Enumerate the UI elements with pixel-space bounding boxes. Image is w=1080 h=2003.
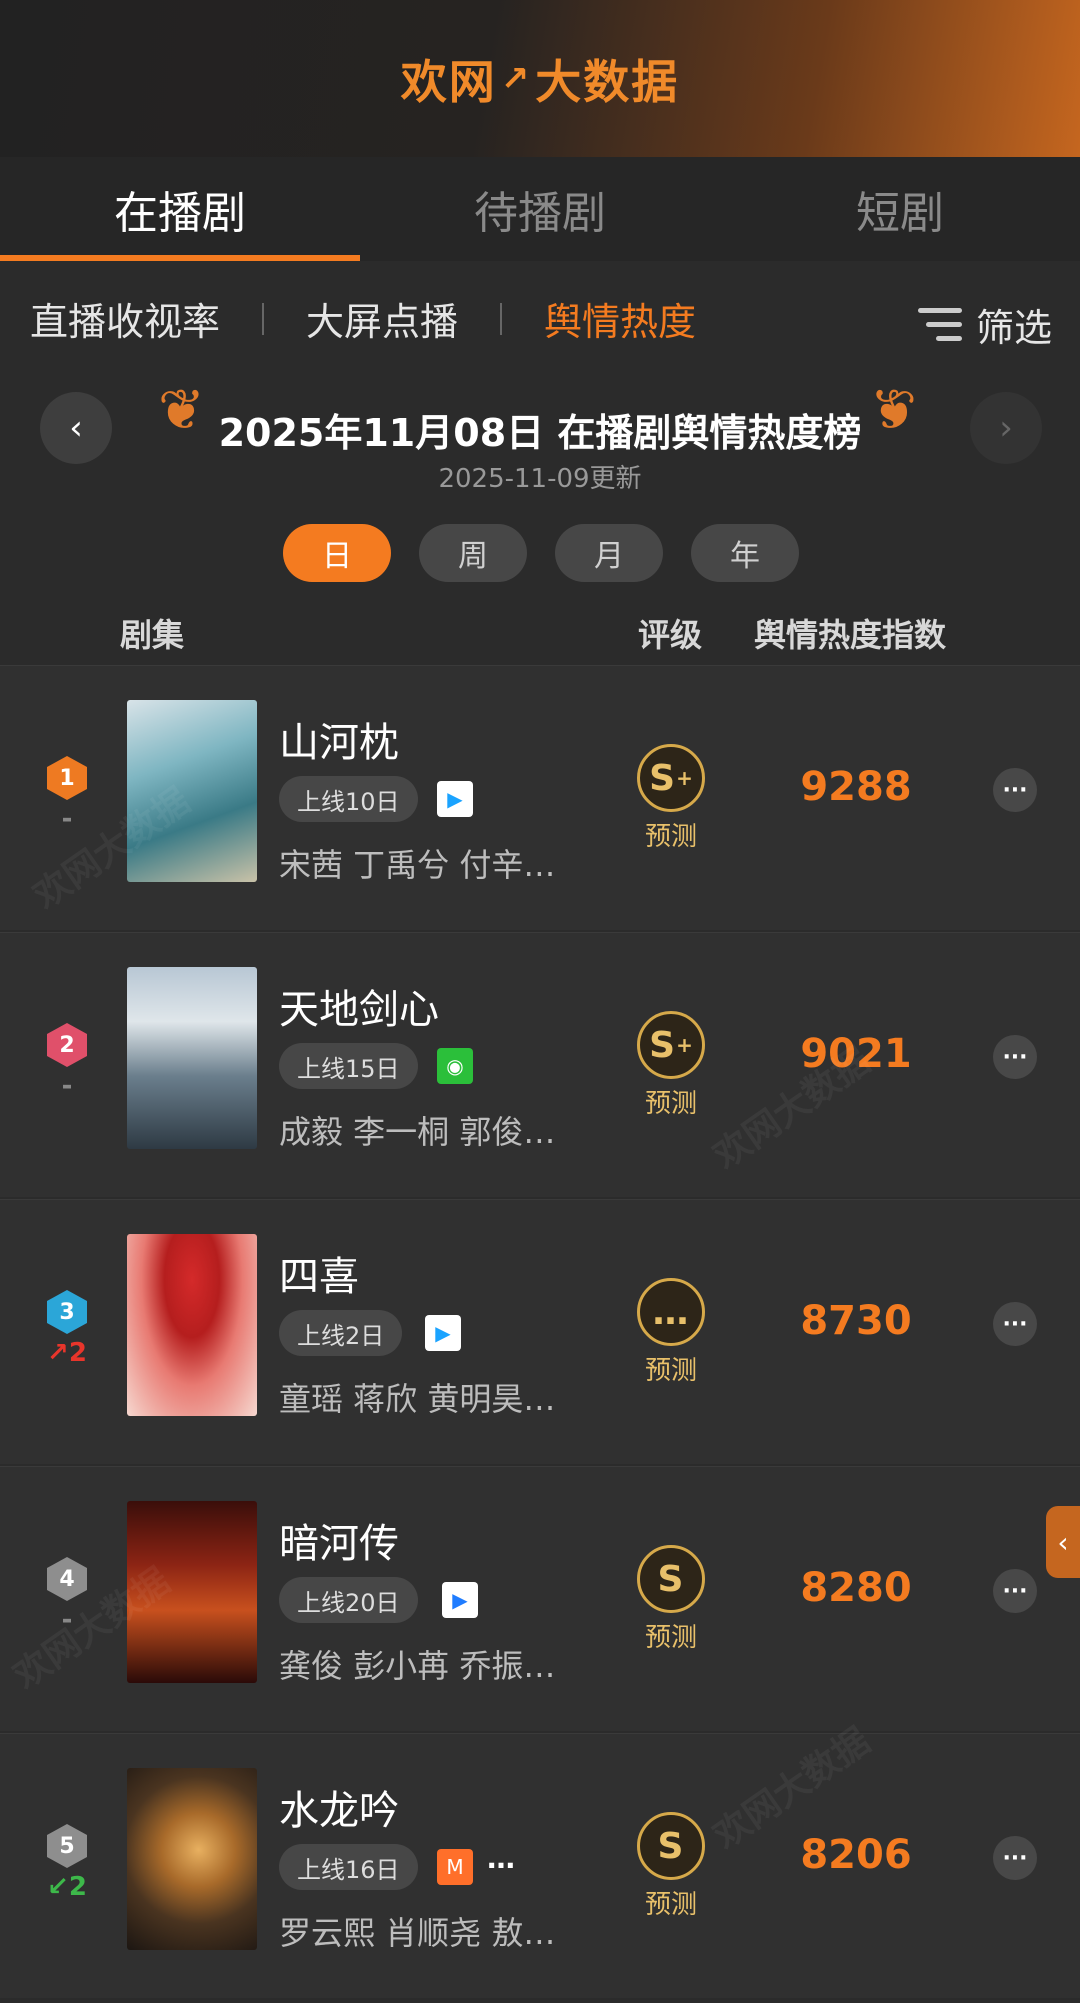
- subtab-public-opinion[interactable]: 舆情热度: [544, 291, 696, 346]
- grade-badge: S: [637, 1812, 705, 1880]
- heat-score: 8280: [800, 1565, 912, 1611]
- cast-list: 罗云熙 肖顺尧 敖…: [279, 1914, 556, 1952]
- days-online-badge: 上线15日: [279, 1043, 418, 1089]
- logo-mark-icon: ↗: [500, 58, 532, 99]
- tab-upcoming[interactable]: 待播剧: [360, 157, 720, 261]
- grade-label: 预测: [645, 1089, 698, 1119]
- filter-button[interactable]: 筛选: [917, 297, 1052, 352]
- heat-score: 9288: [800, 764, 912, 810]
- cast-list: 宋茜 丁禹兮 付辛…: [279, 846, 556, 884]
- heat-score: 8730: [800, 1298, 912, 1344]
- heat-score: 9021: [800, 1031, 912, 1077]
- poster-image: [127, 1501, 257, 1683]
- subtab-vod[interactable]: 大屏点播: [306, 291, 458, 346]
- more-icon: ···: [1002, 1311, 1028, 1337]
- poster-image: [127, 1768, 257, 1950]
- grade-label: 预测: [645, 1890, 698, 1920]
- more-icon: ···: [1002, 1044, 1028, 1070]
- table-row[interactable]: 3 ↗2 四喜 上线2日 ▶ 童瑶 蒋欣 黄明昊… … 预测 8730 ···: [0, 1199, 1080, 1464]
- cast-list: 龚俊 彭小苒 乔振…: [279, 1647, 556, 1685]
- huan-logo: 欢网 ↗ 大数据: [401, 46, 680, 112]
- heat-score: 8206: [800, 1832, 912, 1878]
- rank-change: -: [61, 804, 73, 834]
- rank-badge: 2: [47, 1023, 87, 1067]
- table-row[interactable]: 1 - 山河枕 上线10日 ▶ 宋茜 丁禹兮 付辛… S + 预测 9288 ··…: [0, 665, 1080, 930]
- column-show: 剧集: [120, 616, 185, 654]
- grade-label: 预测: [645, 822, 698, 852]
- rank-change: -: [61, 1071, 73, 1101]
- cast-list: 成毅 李一桐 郭俊…: [279, 1113, 556, 1151]
- show-name: 山河枕: [279, 720, 399, 766]
- more-button[interactable]: ···: [993, 1035, 1037, 1079]
- filter-icon: [917, 307, 962, 342]
- grade-badge: S +: [637, 744, 705, 812]
- period-year[interactable]: 年: [691, 524, 799, 582]
- column-header: 剧集 评级 舆情热度指数: [0, 610, 1080, 660]
- table-row[interactable]: 5 ↙2 水龙吟 上线16日 M … 罗云熙 肖顺尧 敖… S 预测 8206 …: [0, 1733, 1080, 1998]
- grade-badge: S: [637, 1545, 705, 1613]
- show-name: 暗河传: [279, 1521, 399, 1567]
- more-icon: ···: [1002, 1845, 1028, 1871]
- metric-subtabs: 直播收视率 大屏点播 舆情热度 筛选: [0, 261, 1080, 376]
- more-button[interactable]: ···: [993, 1302, 1037, 1346]
- logo-text: 欢网: [400, 54, 497, 109]
- show-name: 水龙吟: [279, 1788, 399, 1834]
- days-online-badge: 上线10日: [279, 776, 418, 822]
- drama-tabs: 在播剧 待播剧 短剧: [0, 157, 1080, 261]
- days-online-badge: 上线20日: [279, 1577, 418, 1623]
- poster-image: [127, 700, 257, 882]
- rank-change: -: [61, 1605, 73, 1635]
- poster-image: [127, 1234, 257, 1416]
- period-month[interactable]: 月: [555, 524, 663, 582]
- mango-tv-icon: M: [437, 1849, 473, 1885]
- rank-badge: 4: [47, 1557, 87, 1601]
- divider: [500, 302, 503, 335]
- show-name: 天地剑心: [279, 987, 439, 1033]
- days-online-badge: 上线16日: [279, 1844, 418, 1890]
- rank-change: ↙2: [47, 1872, 87, 1902]
- period-selector: 日 周 月 年: [283, 524, 799, 582]
- grade-badge: …: [637, 1278, 705, 1346]
- tab-airing[interactable]: 在播剧: [0, 157, 360, 261]
- tencent-video-icon: ▶: [425, 1315, 461, 1351]
- more-button[interactable]: ···: [993, 1836, 1037, 1880]
- rank-badge: 1: [47, 756, 87, 800]
- poster-image: [127, 967, 257, 1149]
- app-header: 欢网 ↗ 大数据: [0, 0, 1080, 157]
- divider: [262, 302, 265, 335]
- grade-badge: S +: [637, 1011, 705, 1079]
- table-row[interactable]: 4 - 暗河传 上线20日 ▶ 龚俊 彭小苒 乔振… S 预测 8280 ···: [0, 1466, 1080, 1731]
- rank-badge: 3: [47, 1290, 87, 1334]
- column-index: 舆情热度指数: [754, 616, 947, 654]
- days-online-badge: 上线2日: [279, 1310, 403, 1356]
- side-panel-toggle[interactable]: ‹: [1046, 1506, 1080, 1578]
- tencent-video-icon: ▶: [437, 781, 473, 817]
- filter-label: 筛选: [975, 306, 1052, 350]
- period-week[interactable]: 周: [419, 524, 527, 582]
- logo-suffix: 大数据: [535, 54, 680, 109]
- cast-list: 童瑶 蒋欣 黄明昊…: [279, 1380, 556, 1418]
- tab-short-drama[interactable]: 短剧: [720, 157, 1080, 261]
- period-day[interactable]: 日: [283, 524, 391, 582]
- more-button[interactable]: ···: [993, 1569, 1037, 1613]
- subtab-live-ratings[interactable]: 直播收视率: [30, 291, 220, 346]
- iqiyi-icon: ◉: [437, 1048, 473, 1084]
- more-button[interactable]: ···: [993, 768, 1037, 812]
- more-icon: ···: [1002, 777, 1028, 803]
- page-title: 2025年11月08日 在播剧舆情热度榜: [218, 411, 862, 455]
- table-row[interactable]: 2 - 天地剑心 上线15日 ◉ 成毅 李一桐 郭俊… S + 预测 9021 ·…: [0, 932, 1080, 1197]
- chevron-left-icon: ‹: [1057, 1525, 1069, 1559]
- show-name: 四喜: [279, 1254, 359, 1300]
- youku-icon: ▶: [442, 1582, 478, 1618]
- more-icon: ···: [1002, 1578, 1028, 1604]
- grade-label: 预测: [645, 1356, 698, 1386]
- more-platforms: …: [487, 1842, 515, 1875]
- rank-badge: 5: [47, 1824, 87, 1868]
- rank-change: ↗2: [47, 1338, 87, 1368]
- update-time: 2025-11-09更新: [438, 464, 642, 494]
- column-grade: 评级: [638, 616, 703, 654]
- grade-label: 预测: [645, 1623, 698, 1653]
